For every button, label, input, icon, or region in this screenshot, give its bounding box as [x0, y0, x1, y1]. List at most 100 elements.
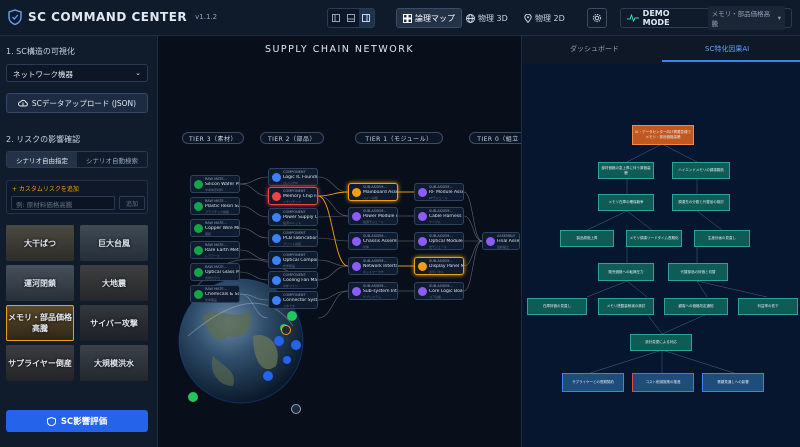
view-logical-button[interactable]: 論理マップ: [396, 8, 462, 28]
tier3-node[interactable]: RAW MATE...Plastic Resin Sup...プラスチック樹脂: [190, 197, 240, 215]
flow-outcome-node-highlight[interactable]: コスト削減施策の推進: [632, 373, 694, 392]
tier1-node-affected[interactable]: SUB-ASSEM...Display Panel M...表示パネル: [414, 257, 464, 275]
node-category: SUB-ASSEM...: [363, 284, 387, 288]
flow-node[interactable]: メモリ調達リードタイム長期化: [626, 230, 682, 247]
evaluate-button[interactable]: SC影響評価: [6, 410, 148, 432]
flow-node[interactable]: 顧客への価格改定通知: [664, 298, 728, 315]
custom-risk-label: + カスタムリスクを追加: [12, 186, 79, 193]
globe-icon: [466, 13, 475, 23]
scenario-canal[interactable]: 運河閉鎖: [6, 265, 74, 301]
flow-node[interactable]: 設計変更による対応: [630, 334, 692, 351]
tab-manual-scenario[interactable]: シナリオ自由指定: [7, 152, 77, 167]
node-subtitle: ロジックIC: [283, 181, 298, 185]
custom-risk-input[interactable]: 例: 原材料価格高騰: [11, 196, 115, 210]
tier1-node[interactable]: SUB-ASSEM...Optical Module ...光モジュール: [414, 232, 464, 250]
tier3-node[interactable]: RAW MATE...Optical Glass Ma...光学ガラス: [190, 263, 240, 281]
network-select[interactable]: ネットワーク機器 ⌄: [6, 64, 148, 82]
tier1-node[interactable]: SUB-ASSEM...RF Module Asse...RFモジュール: [414, 183, 464, 201]
tier3-node[interactable]: RAW MATE...Copper Wire Mill...銅線: [190, 219, 240, 237]
node-category: SUB-ASSEM...: [363, 259, 387, 263]
flow-node[interactable]: 調達先の分散と代替品の検討: [672, 194, 730, 211]
node-category: COMPONENT: [283, 253, 306, 257]
flow-node[interactable]: 代替部品の評価と切替: [668, 263, 728, 281]
leaf-icon: [194, 246, 203, 255]
tab-dashboard[interactable]: ダッシュボード: [570, 44, 619, 54]
layout-right-button[interactable]: [358, 9, 374, 27]
view-2d-button[interactable]: 物理 2D: [518, 8, 571, 28]
flow-node[interactable]: 利益率の低下: [738, 298, 798, 315]
view-3d-button[interactable]: 物理 3D: [460, 8, 514, 28]
flow-root-node[interactable]: AI・データセンター向け需要急増でメモリ・部品価格高騰: [632, 125, 694, 145]
demo-scenario-select[interactable]: メモリ・部品価格高騰 ▾: [707, 6, 785, 30]
flow-node[interactable]: 部材価格の急上昇に伴う原価高騰: [598, 162, 654, 179]
tier3-node[interactable]: RAW MATE...Chemicals & Sol...化学薬品: [190, 285, 240, 303]
scenario-flood-label: 大規模洪水: [94, 358, 134, 368]
port-marker[interactable]: [291, 404, 301, 414]
flow-node[interactable]: ハイエンドメモリの調達難航: [672, 162, 730, 179]
node-subtitle: 光モジュール: [429, 245, 447, 249]
view-logical-label: 論理マップ: [415, 13, 455, 23]
chip-icon: [272, 173, 281, 182]
right-panel: ダッシュボード SC特化因果AI AI・データセンター向け需要急増でメモリ・部品…: [521, 36, 800, 447]
factory-marker[interactable]: [263, 371, 273, 381]
tier2-node-affected[interactable]: COMPONENTMemory Chip Fa...メモリチップ: [268, 187, 318, 205]
view-2d-label: 物理 2D: [535, 13, 565, 23]
node-subtitle: コネクタ: [283, 304, 295, 308]
supplier-marker[interactable]: [188, 392, 198, 402]
factory-marker[interactable]: [283, 356, 291, 364]
leaf-icon: [194, 268, 203, 277]
scenario-typhoon[interactable]: 巨大台風: [80, 225, 148, 261]
tier0-node[interactable]: ASSEMBLYFinal Assembl...最終組立: [482, 232, 520, 250]
flow-outcome-node[interactable]: サプライヤーとの長期契約: [562, 373, 624, 392]
scenario-flood[interactable]: 大規模洪水: [80, 345, 148, 381]
tier1-node[interactable]: SUB-ASSEM...Sub-system Inte...サブシステム: [348, 282, 398, 300]
factory-marker[interactable]: [274, 336, 284, 346]
layout-full-button[interactable]: [343, 9, 358, 27]
app-version: v1.1.2: [195, 13, 218, 21]
layout-left-button[interactable]: [328, 9, 343, 27]
tier2-node[interactable]: COMPONENTLogic IC Foundry...ロジックIC: [268, 168, 318, 186]
tier1-node[interactable]: SUB-ASSEM...Cable Harness A...ケーブル: [414, 207, 464, 225]
chip-icon: [272, 213, 281, 222]
tab-auto-scenario[interactable]: シナリオ自動検索: [77, 152, 147, 167]
tier1-node[interactable]: SUB-ASSEM...Network Interfac...ネットワークIF: [348, 257, 398, 275]
tier3-node[interactable]: RAW MATE...Rare Earth Metal...レアアース: [190, 241, 240, 259]
tier1-node[interactable]: SUB-ASSEM...Core Logic Boar...コア基板: [414, 282, 464, 300]
tier2-node[interactable]: COMPONENTPCB Fabrication ...プリント基板: [268, 229, 318, 247]
factory-marker[interactable]: [291, 340, 301, 350]
flow-node[interactable]: 販売価格への転嫁圧力: [598, 263, 654, 281]
scenario-earthquake[interactable]: 大地震: [80, 265, 148, 301]
scenario-bankruptcy[interactable]: サプライヤー倒産: [6, 345, 74, 381]
flow-node[interactable]: 生産計画の見直し: [694, 230, 750, 247]
flow-node[interactable]: 製品原価上昇: [560, 230, 614, 247]
tier2-node[interactable]: COMPONENTCooling Fan Man...冷却ファン: [268, 271, 318, 289]
supplier-marker[interactable]: [287, 311, 297, 321]
node-subtitle: 化学薬品: [205, 298, 218, 302]
port-marker[interactable]: [281, 325, 291, 335]
upload-button[interactable]: SCデータアップロード (JSON): [6, 93, 148, 113]
node-category: SUB-ASSEM...: [363, 185, 387, 189]
tier2-node[interactable]: COMPONENTConnector Syste...コネクタ: [268, 291, 318, 309]
node-category: COMPONENT: [283, 210, 306, 214]
flow-node[interactable]: メモリ搭載量削減の検討: [598, 298, 654, 315]
pulse-icon: [627, 14, 639, 22]
tier2-node[interactable]: COMPONENTPower Supply Un...電源ユニット: [268, 208, 318, 226]
flow-outcome-node[interactable]: 業績見通しへの影響: [702, 373, 764, 392]
flow-node[interactable]: メモリ在庫の確保競争: [598, 194, 654, 211]
tier1-node-affected[interactable]: SUB-ASSEM...Mainboard Asse...メイン基板: [348, 183, 398, 201]
tab-causal-ai[interactable]: SC特化因果AI: [705, 44, 749, 54]
tier1-node[interactable]: SUB-ASSEM...Chassis Assembl...筐体: [348, 232, 398, 250]
tier-1-label: TIER 1（モジュール）: [355, 132, 443, 144]
tier1-node[interactable]: SUB-ASSEM...Power Module As...電源モジュール: [348, 207, 398, 225]
node-subtitle: プラスチック樹脂: [205, 210, 229, 214]
node-category: COMPONENT: [283, 170, 306, 174]
scenario-cyber[interactable]: サイバー攻撃: [80, 305, 148, 341]
settings-button[interactable]: [587, 8, 607, 28]
node-category: RAW MATE...: [205, 221, 227, 225]
add-risk-button[interactable]: 追加: [119, 196, 145, 210]
tier3-node[interactable]: RAW MATE...Silicon Wafer Pla...半導体原材料: [190, 175, 240, 193]
scenario-memory-price[interactable]: メモリ・部品価格高騰: [6, 305, 74, 341]
scenario-drought[interactable]: 大干ばつ: [6, 225, 74, 261]
tier2-node[interactable]: COMPONENTOptical Compon...光学部品: [268, 251, 318, 269]
flow-node[interactable]: 在庫評価の見直し: [527, 298, 587, 315]
